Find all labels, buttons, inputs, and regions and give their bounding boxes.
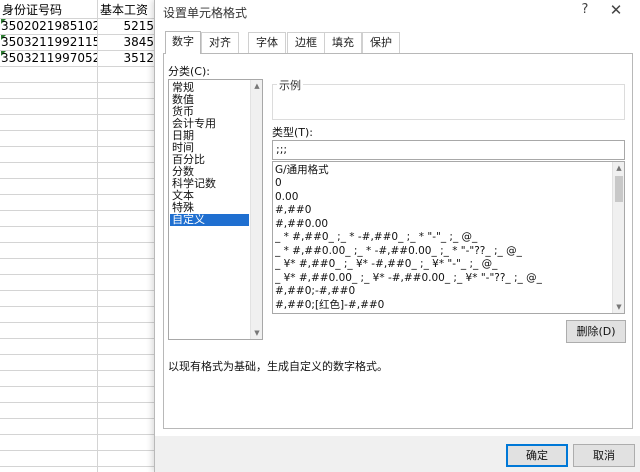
row-divider	[0, 194, 160, 195]
cell-id-number[interactable]: 350321199211522	[1, 34, 97, 50]
scroll-up-icon[interactable]: ▲	[613, 162, 624, 174]
cell-base-salary[interactable]: 3845	[98, 34, 154, 50]
cancel-button[interactable]: 取消	[573, 444, 635, 467]
row-divider	[0, 386, 160, 387]
row-divider	[0, 162, 160, 163]
screen: 身份证号码 基本工资 350202198510232 5215 35032119…	[0, 0, 640, 472]
format-item[interactable]: #,##0;-#,##0	[275, 285, 605, 298]
row-divider	[0, 338, 160, 339]
tab-fill[interactable]: 填充	[324, 32, 362, 53]
format-description: 以现有格式为基础，生成自定义的数字格式。	[168, 360, 388, 373]
header-id-number[interactable]: 身份证号码	[2, 2, 96, 18]
type-label: 类型(T):	[272, 126, 314, 139]
scroll-down-icon[interactable]: ▼	[613, 301, 624, 313]
row-divider	[0, 226, 160, 227]
format-item[interactable]: #,##0.00	[275, 218, 605, 231]
tab-number[interactable]: 数字	[165, 31, 201, 54]
row-divider	[0, 114, 160, 115]
close-icon[interactable]: ✕	[607, 1, 625, 19]
help-icon[interactable]: ?	[577, 2, 593, 20]
tab-font[interactable]: 字体	[248, 32, 286, 53]
tab-alignment[interactable]: 对齐	[201, 32, 239, 53]
format-item[interactable]: #,##0;[红色]-#,##0	[275, 299, 605, 312]
row-divider	[0, 242, 160, 243]
ok-button[interactable]: 确定	[506, 444, 568, 467]
delete-button[interactable]: 删除(D)	[566, 320, 626, 343]
dialog-title: 设置单元格格式	[163, 6, 248, 20]
sample-group	[272, 84, 625, 120]
tab-protection[interactable]: 保护	[362, 32, 400, 53]
row-divider	[0, 466, 160, 467]
row-divider	[0, 418, 160, 419]
row-divider	[0, 290, 160, 291]
scroll-up-icon[interactable]: ▲	[251, 80, 263, 92]
row-divider	[0, 306, 160, 307]
format-item[interactable]: _ ¥* #,##0_ ;_ ¥* -#,##0_ ;_ ¥* "-"_ ;_ …	[275, 258, 605, 271]
row-divider	[0, 82, 160, 83]
format-cells-dialog: 设置单元格格式 ? ✕ 数字 对齐 字体 边框 填充 保护 分类(C): 常规 …	[154, 0, 640, 472]
format-item[interactable]: _ * #,##0_ ;_ * -#,##0_ ;_ * "-"_ ;_ @_	[275, 231, 605, 244]
category-label: 分类(C):	[168, 65, 210, 78]
row-divider	[0, 258, 160, 259]
format-item[interactable]: _ ¥* #,##0.00_ ;_ ¥* -#,##0.00_ ;_ ¥* "-…	[275, 272, 605, 285]
cell-id-number[interactable]: 350321199705212	[1, 50, 97, 66]
row-divider	[0, 322, 160, 323]
row-divider	[0, 178, 160, 179]
format-item[interactable]: 0	[275, 177, 605, 190]
row-divider	[0, 66, 160, 67]
row-divider	[0, 130, 160, 131]
row-divider	[0, 146, 160, 147]
format-item[interactable]: #,##0	[275, 204, 605, 217]
format-scrollbar[interactable]: ▲ ▼	[612, 162, 624, 313]
format-item[interactable]: _ * #,##0.00_ ;_ * -#,##0.00_ ;_ * "-"??…	[275, 245, 605, 258]
row-divider	[0, 354, 160, 355]
format-item[interactable]: 0.00	[275, 191, 605, 204]
row-divider	[0, 370, 160, 371]
scroll-down-icon[interactable]: ▼	[251, 327, 263, 339]
row-divider	[0, 274, 160, 275]
row-divider	[0, 98, 160, 99]
row-divider	[0, 210, 160, 211]
spreadsheet-background: 身份证号码 基本工资 350202198510232 5215 35032119…	[0, 0, 160, 472]
sample-label: 示例	[277, 77, 303, 93]
format-code-list[interactable]: G/通用格式 0 0.00 #,##0 #,##0.00 _ * #,##0_ …	[272, 161, 625, 314]
cell-id-number[interactable]: 350202198510232	[1, 18, 97, 34]
row-divider	[0, 434, 160, 435]
category-list[interactable]: 常规 数值 货币 会计专用 日期 时间 百分比 分数 科学记数 文本 特殊 自定…	[168, 79, 263, 340]
scrollbar-thumb[interactable]	[615, 176, 623, 202]
row-divider	[0, 450, 160, 451]
cell-base-salary[interactable]: 3512	[98, 50, 154, 66]
type-input[interactable]: ;;;	[272, 140, 625, 160]
header-base-salary[interactable]: 基本工资	[100, 2, 160, 18]
row-divider	[0, 402, 160, 403]
cell-base-salary[interactable]: 5215	[98, 18, 154, 34]
category-scrollbar[interactable]: ▲ ▼	[250, 80, 262, 339]
format-item[interactable]: G/通用格式	[275, 164, 605, 177]
tab-bar: 数字 对齐 字体 边框 填充 保护	[163, 31, 633, 54]
dialog-titlebar: 设置单元格格式 ? ✕	[155, 0, 640, 24]
tab-border[interactable]: 边框	[287, 32, 325, 53]
category-custom[interactable]: 自定义	[170, 214, 249, 226]
